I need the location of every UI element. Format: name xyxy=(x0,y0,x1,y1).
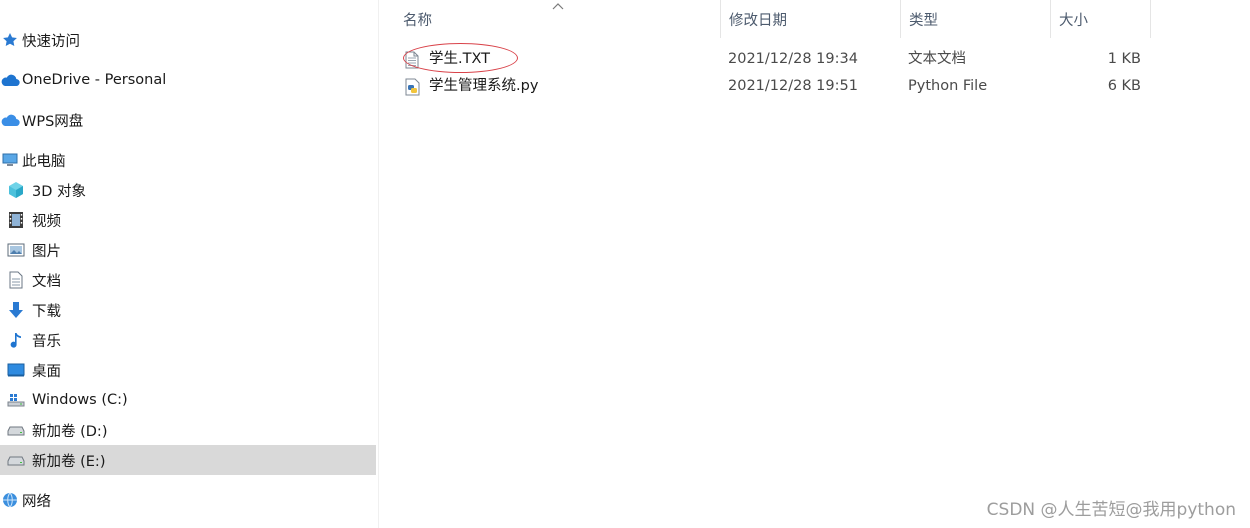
file-list-pane: 名称 修改日期 类型 大小 学生.TXT 2021/12/28 19:34 文本… xyxy=(379,0,1250,528)
nav-label: 图片 xyxy=(32,243,61,260)
network-icon xyxy=(0,490,20,510)
nav-label: 文档 xyxy=(32,273,61,290)
file-name-cell[interactable]: 学生管理系统.py xyxy=(405,73,538,100)
nav-label: 此电脑 xyxy=(22,153,66,170)
nav-pictures[interactable]: 图片 xyxy=(0,235,376,265)
column-header-row: 名称 修改日期 类型 大小 xyxy=(379,0,1151,38)
file-type: 文本文档 xyxy=(908,51,966,67)
nav-label: OneDrive - Personal xyxy=(22,72,167,88)
nav-label: 网络 xyxy=(22,493,51,510)
highlight-ellipse xyxy=(403,43,518,73)
computer-icon xyxy=(0,150,20,170)
star-icon xyxy=(0,30,20,50)
column-header-size[interactable]: 大小 xyxy=(1051,0,1151,38)
cube-icon xyxy=(6,180,26,200)
nav-videos[interactable]: 视频 xyxy=(0,205,376,235)
nav-onedrive[interactable]: OneDrive - Personal xyxy=(0,65,376,95)
nav-downloads[interactable]: 下载 xyxy=(0,295,376,325)
document-icon xyxy=(6,270,26,290)
nav-3d-objects[interactable]: 3D 对象 xyxy=(0,175,376,205)
file-size: 1 KB xyxy=(1107,51,1141,67)
download-arrow-icon xyxy=(6,300,26,320)
nav-this-pc[interactable]: 此电脑 xyxy=(0,145,376,175)
nav-label: 3D 对象 xyxy=(32,183,86,200)
music-note-icon xyxy=(6,330,26,350)
film-icon xyxy=(6,210,26,230)
file-size: 6 KB xyxy=(1107,78,1141,94)
file-date: 2021/12/28 19:34 xyxy=(728,51,858,67)
file-date: 2021/12/28 19:51 xyxy=(728,78,858,94)
nav-label: 桌面 xyxy=(32,363,61,380)
nav-drive-c[interactable]: Windows (C:) xyxy=(0,385,376,415)
picture-icon xyxy=(6,240,26,260)
nav-label: 视频 xyxy=(32,213,61,230)
cloud-icon xyxy=(0,110,20,130)
nav-wps-drive[interactable]: WPS网盘 xyxy=(0,105,376,135)
nav-label: 音乐 xyxy=(32,333,61,350)
nav-documents[interactable]: 文档 xyxy=(0,265,376,295)
file-type: Python File xyxy=(908,78,988,94)
nav-label: WPS网盘 xyxy=(22,113,84,130)
nav-quick-access[interactable]: 快速访问 xyxy=(0,25,376,55)
drive-icon xyxy=(6,420,26,440)
desktop-icon xyxy=(6,360,26,380)
nav-drive-d[interactable]: 新加卷 (D:) xyxy=(0,415,376,445)
nav-label: 新加卷 (E:) xyxy=(32,453,106,470)
nav-music[interactable]: 音乐 xyxy=(0,325,376,355)
cloud-icon xyxy=(0,70,20,90)
nav-label: 快速访问 xyxy=(22,33,80,50)
drive-icon xyxy=(6,450,26,470)
watermark: CSDN @人生苦短@我用python xyxy=(986,500,1236,520)
windows-drive-icon xyxy=(6,390,26,410)
nav-network[interactable]: 网络 xyxy=(0,485,376,515)
column-header-name[interactable]: 名称 xyxy=(395,0,721,38)
nav-label: 下载 xyxy=(32,303,61,320)
python-file-icon xyxy=(405,78,423,96)
nav-desktop[interactable]: 桌面 xyxy=(0,355,376,385)
nav-label: 新加卷 (D:) xyxy=(32,423,108,440)
column-header-type[interactable]: 类型 xyxy=(901,0,1051,38)
file-row[interactable]: 学生管理系统.py 2021/12/28 19:51 Python File 6… xyxy=(379,73,1151,100)
nav-label: Windows (C:) xyxy=(32,392,128,408)
file-name: 学生管理系统.py xyxy=(429,78,539,94)
nav-drive-e[interactable]: 新加卷 (E:) xyxy=(0,445,376,475)
navigation-pane: 快速访问 OneDrive - Personal WPS网盘 此电脑 3D 对象… xyxy=(0,0,378,528)
column-header-date[interactable]: 修改日期 xyxy=(721,0,901,38)
